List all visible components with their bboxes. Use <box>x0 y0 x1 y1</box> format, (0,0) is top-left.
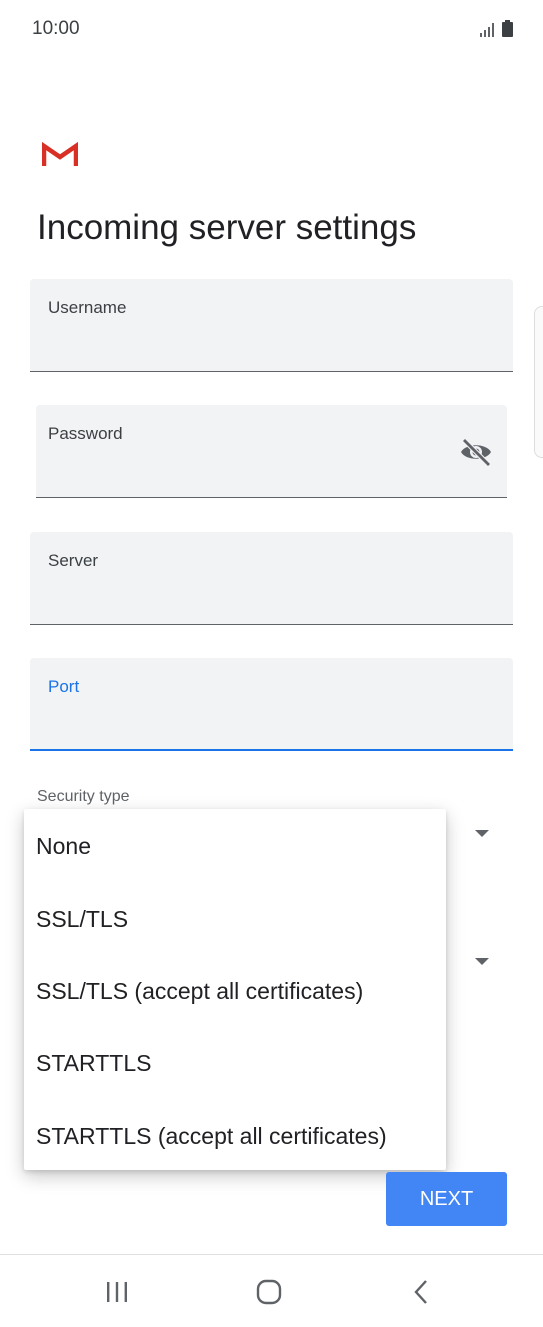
home-button[interactable] <box>249 1277 289 1307</box>
username-field[interactable]: Username <box>30 279 513 372</box>
battery-icon <box>502 20 513 37</box>
option-starttls[interactable]: STARTTLS <box>36 1050 151 1077</box>
recent-apps-icon <box>107 1282 127 1302</box>
server-field[interactable]: Server <box>30 532 513 625</box>
password-label: Password <box>48 424 123 443</box>
username-label: Username <box>48 298 127 317</box>
server-label: Server <box>48 551 99 570</box>
option-starttls-accept-all[interactable]: STARTTLS (accept all certificates) <box>36 1123 387 1150</box>
status-bar: 10:00 <box>0 0 543 60</box>
visibility-off-icon[interactable] <box>459 437 493 467</box>
back-icon <box>414 1280 427 1304</box>
port-label: Port <box>48 677 80 696</box>
security-type-dropdown-menu: None SSL/TLS SSL/TLS (accept all certifi… <box>24 809 446 1170</box>
option-none[interactable]: None <box>36 833 91 860</box>
status-icons <box>480 20 513 37</box>
navigation-bar <box>0 1254 543 1327</box>
edge-panel-handle[interactable] <box>534 306 543 458</box>
gmail-logo-icon <box>42 142 78 166</box>
signal-icon <box>480 23 494 37</box>
page-title: Incoming server settings <box>37 208 417 247</box>
password-field[interactable]: Password <box>36 405 507 498</box>
security-type-dropdown-arrow-icon[interactable] <box>475 830 489 837</box>
status-time: 10:00 <box>32 18 80 39</box>
second-dropdown-arrow-icon[interactable] <box>475 958 489 965</box>
option-ssl-tls-accept-all[interactable]: SSL/TLS (accept all certificates) <box>36 978 363 1005</box>
home-icon <box>256 1279 282 1305</box>
next-button[interactable]: NEXT <box>386 1172 507 1226</box>
recent-apps-button[interactable] <box>97 1277 137 1307</box>
security-type-label: Security type <box>37 788 130 805</box>
port-field[interactable]: Port <box>30 658 513 751</box>
option-ssl-tls[interactable]: SSL/TLS <box>36 906 128 933</box>
back-button[interactable] <box>401 1277 441 1307</box>
